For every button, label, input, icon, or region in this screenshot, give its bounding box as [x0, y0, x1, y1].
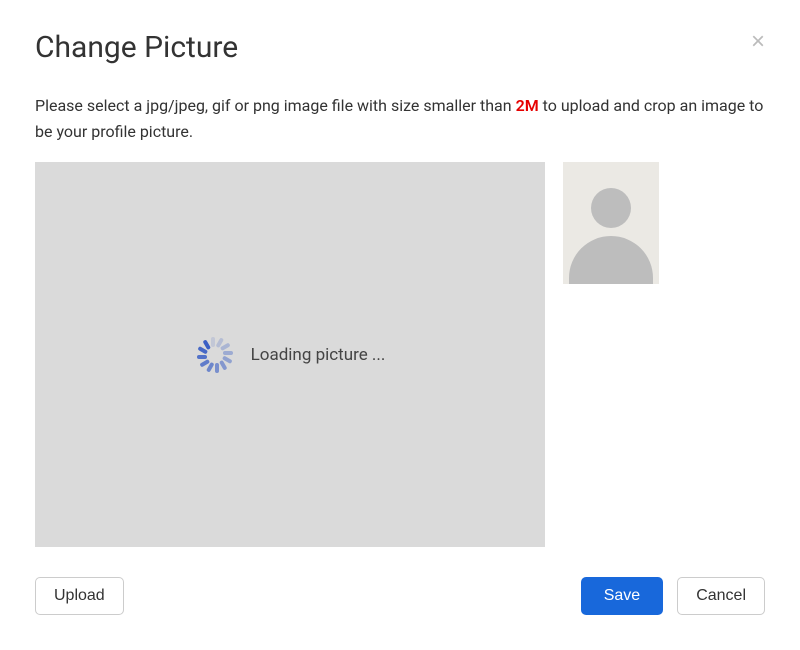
save-button[interactable]: Save [581, 577, 663, 615]
modal-header: Change Picture × [35, 30, 765, 65]
loading-text: Loading picture ... [251, 345, 386, 365]
size-limit: 2M [516, 96, 539, 115]
change-picture-modal: Change Picture × Please select a jpg/jpe… [0, 0, 800, 650]
spinner-icon [195, 337, 231, 373]
upload-button[interactable]: Upload [35, 577, 124, 615]
cancel-button[interactable]: Cancel [677, 577, 765, 615]
modal-title: Change Picture [35, 30, 238, 65]
modal-footer: Upload Save Cancel [35, 577, 765, 615]
loading-indicator: Loading picture ... [195, 337, 386, 373]
preview-thumbnail [563, 162, 659, 284]
instruction-text: Please select a jpg/jpeg, gif or png ima… [35, 93, 765, 144]
close-icon[interactable]: × [751, 30, 765, 54]
instruction-prefix: Please select a jpg/jpeg, gif or png ima… [35, 96, 516, 115]
content-row: Loading picture ... [35, 162, 765, 547]
avatar-placeholder-icon [563, 162, 659, 284]
crop-area: Loading picture ... [35, 162, 545, 547]
